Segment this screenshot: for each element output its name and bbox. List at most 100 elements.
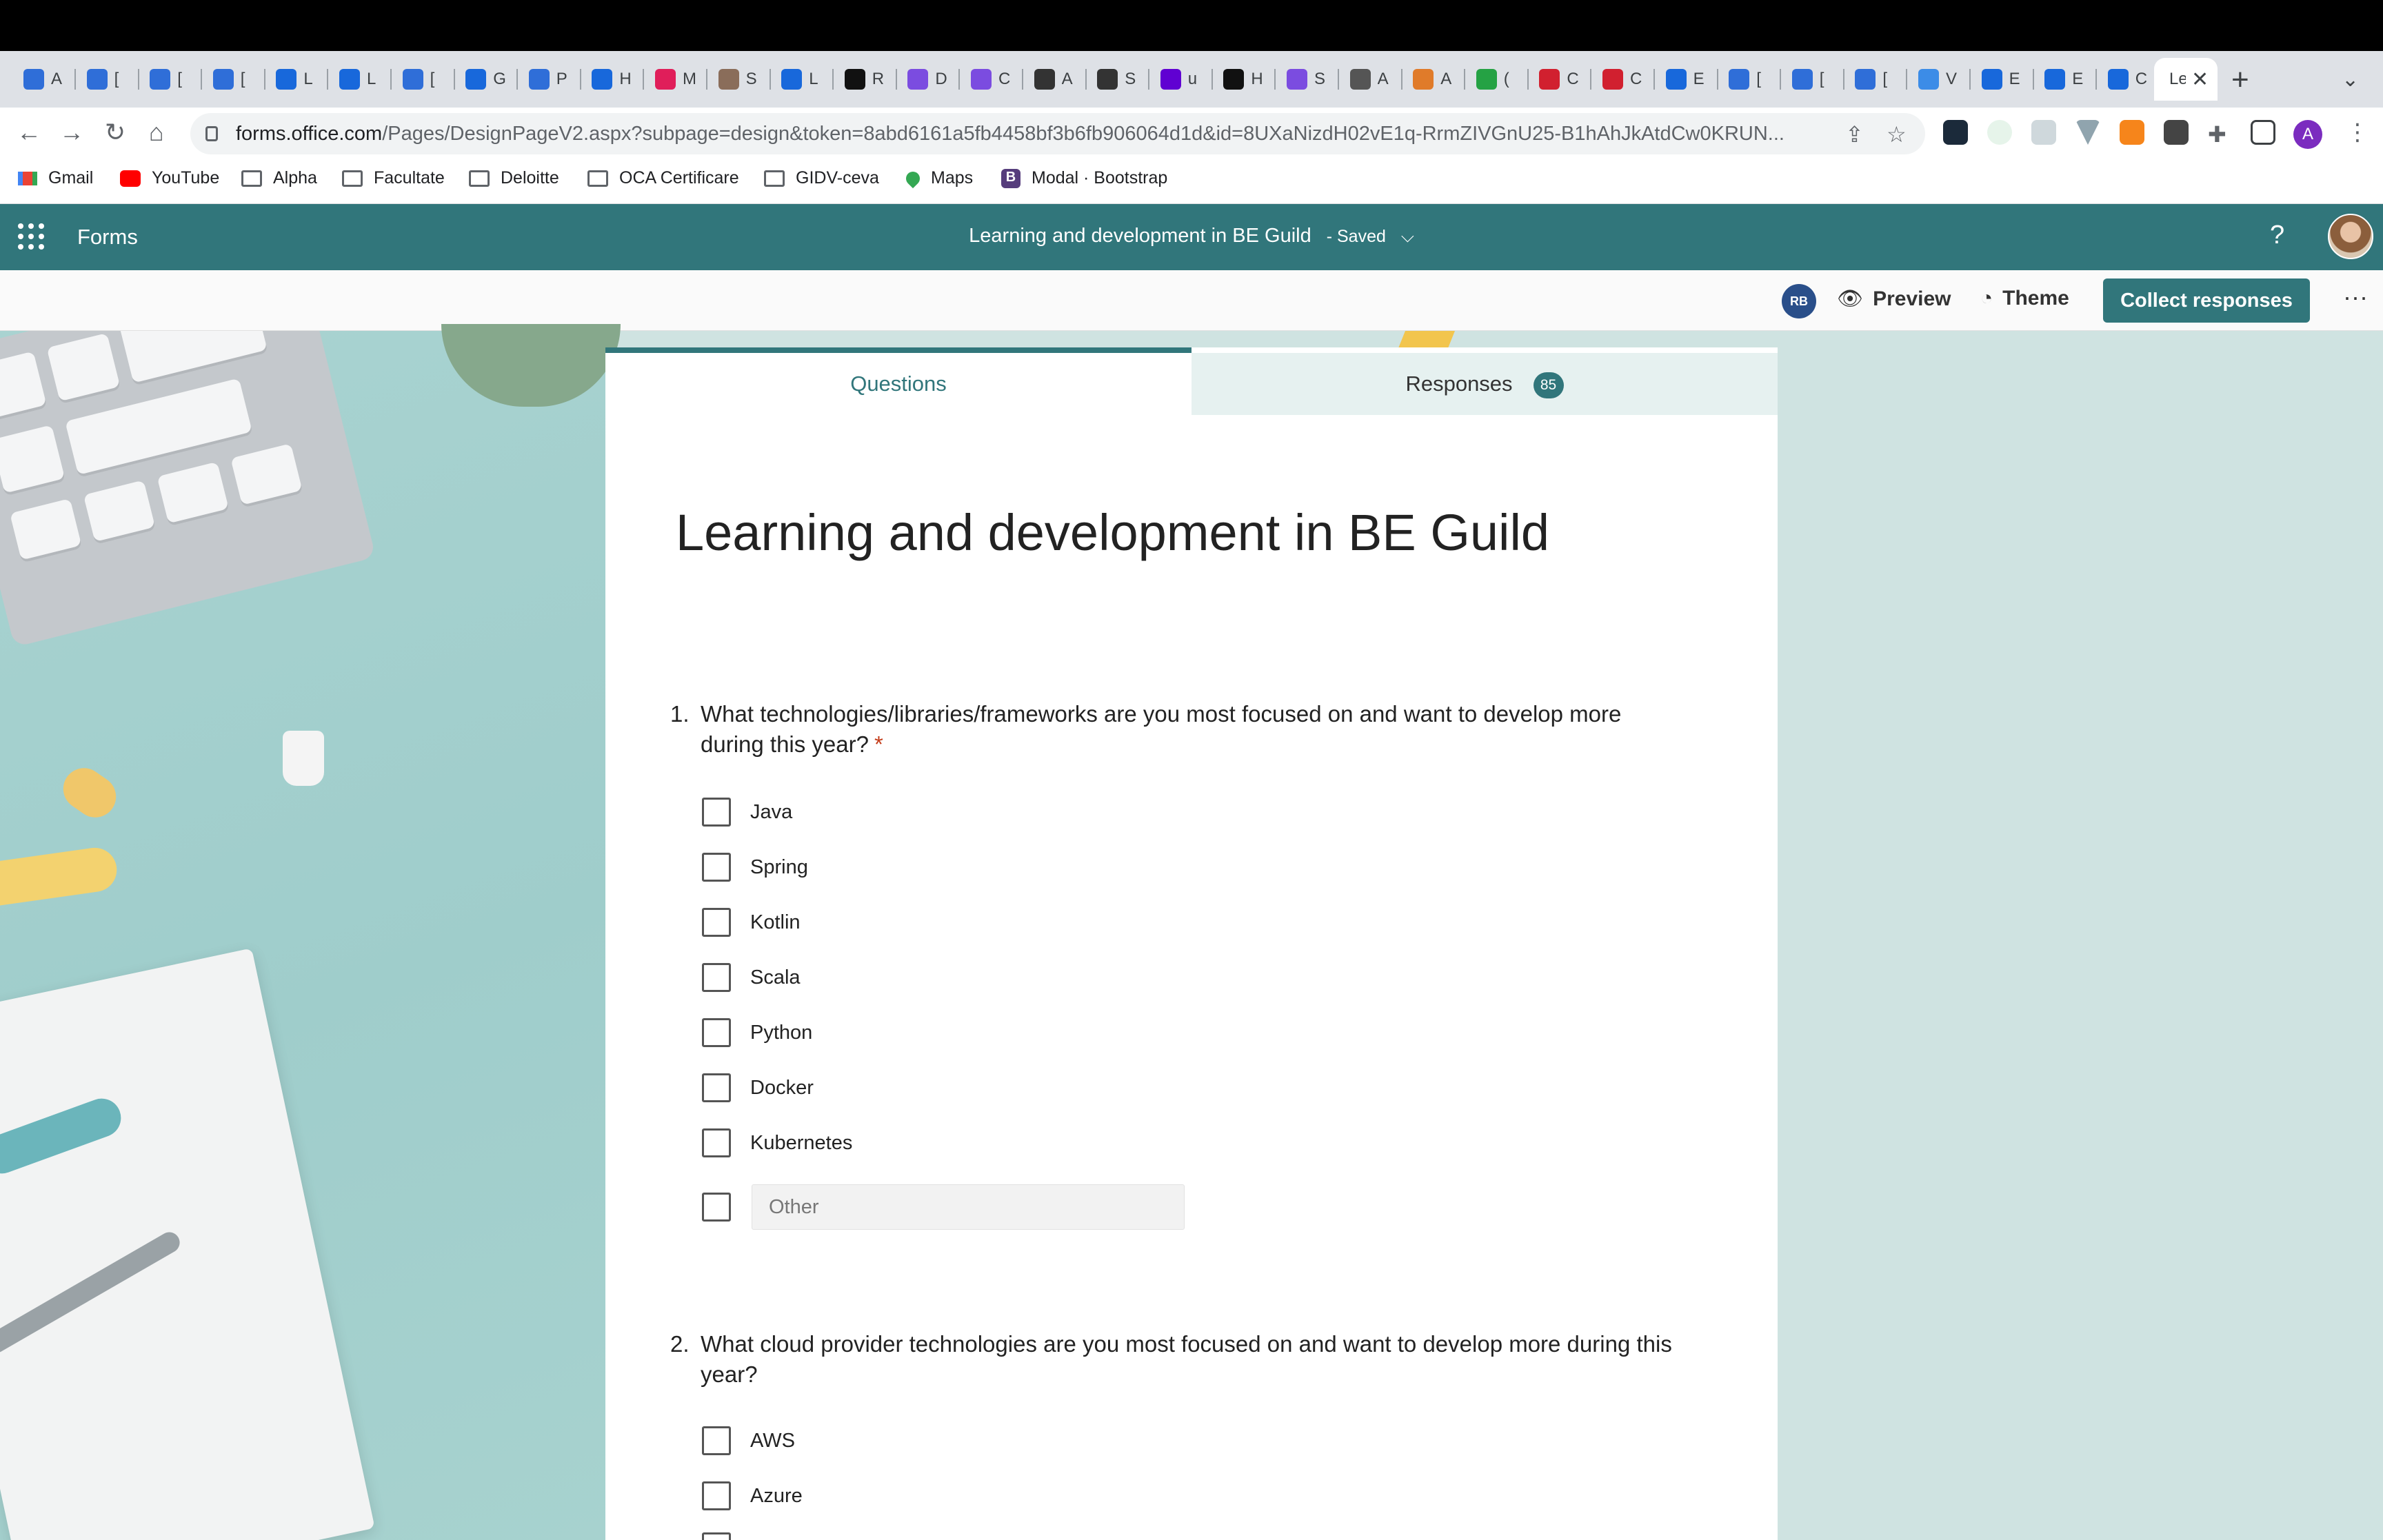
checkbox[interactable] [702,1018,731,1047]
side-panel-icon[interactable] [2251,120,2275,145]
other-text-input[interactable]: Other [752,1184,1185,1230]
form-title[interactable]: Learning and development in BE Guild [676,503,1549,562]
option-kubernetes[interactable]: Kubernetes [702,1128,852,1158]
browser-tab[interactable]: L [773,58,834,101]
browser-tab[interactable]: A [1405,58,1466,101]
browser-menu-icon[interactable]: ⋮ [2346,119,2369,146]
home-icon[interactable]: ⌂ [149,119,164,146]
header-form-title[interactable]: Learning and development in BE Guild - Sa… [0,225,2383,247]
checkbox[interactable] [702,1532,731,1540]
option-kotlin[interactable]: Kotlin [702,907,801,938]
forward-arrow-icon[interactable]: → [59,119,84,146]
react-devtools-extension-icon[interactable] [1943,120,1968,145]
option-java[interactable]: Java [702,797,792,827]
browser-profile-avatar[interactable]: A [2293,120,2322,149]
share-icon[interactable]: ⇪ [1845,121,1864,148]
option-scala[interactable]: Scala [702,962,801,993]
option-partial[interactable] [702,1532,731,1540]
checkbox[interactable] [702,963,731,992]
browser-tab[interactable]: E [1973,58,2034,101]
browser-tab[interactable]: S [1089,58,1150,101]
browser-tab[interactable]: H [1215,58,1276,101]
browser-tab[interactable]: D [899,58,961,101]
checkbox[interactable] [702,1073,731,1102]
more-options-icon[interactable]: ··· [2343,283,2368,312]
browser-tab[interactable]: [ [1847,58,1908,101]
url-text[interactable]: forms.office.com/Pages/DesignPageV2.aspx… [236,123,1849,145]
browser-tab[interactable]: E [2036,58,2098,101]
option-spring[interactable]: Spring [702,852,808,882]
bookmark-facultate[interactable]: Facultate [342,168,445,188]
option-azure[interactable]: Azure [702,1481,803,1511]
option-docker[interactable]: Docker [702,1073,814,1103]
checkbox[interactable] [702,1128,731,1157]
bookmark-gidv-ceva[interactable]: GIDV-ceva [764,168,879,188]
bookmark-youtube[interactable]: YouTube [120,168,219,188]
bookmark-maps[interactable]: Maps [903,168,973,188]
browser-tab[interactable]: A [15,58,76,101]
browser-tab[interactable]: C [1531,58,1592,101]
eyedropper-extension-icon[interactable] [2031,120,2056,145]
tab-search-chevron-icon[interactable]: ⌄ [2342,68,2359,92]
browser-tab[interactable]: [ [394,58,455,101]
active-browser-tab[interactable]: Le ✕ [2154,58,2218,101]
browser-tab[interactable]: P [521,58,581,101]
back-arrow-icon[interactable]: ← [17,119,41,146]
browser-tab[interactable]: [ [205,58,265,101]
checkbox[interactable] [702,1481,731,1510]
browser-tab[interactable]: E [1658,58,1718,101]
checkbox[interactable] [702,1426,731,1455]
bookmark-gmail[interactable]: Gmail [18,168,93,188]
collect-responses-button[interactable]: Collect responses [2103,278,2310,323]
option-aws[interactable]: AWS [702,1426,795,1456]
browser-tab[interactable]: R [836,58,897,101]
qr-code-extension-icon[interactable] [2164,120,2189,145]
browser-tab[interactable]: M [647,58,707,101]
omnibox[interactable]: forms.office.com/Pages/DesignPageV2.aspx… [190,113,1925,154]
checkbox[interactable] [702,908,731,937]
browser-tab[interactable]: A [1026,58,1087,101]
browser-tab[interactable]: [ [141,58,203,101]
coauthor-avatar[interactable]: RB [1782,284,1816,318]
browser-tab[interactable]: C [1594,58,1655,101]
checkbox[interactable] [702,798,731,827]
option-other[interactable] [702,1192,731,1222]
browser-tab[interactable]: H [583,58,645,101]
checkbox[interactable] [702,853,731,882]
browser-tab[interactable]: S [1278,58,1339,101]
chevron-down-icon[interactable]: ⌵ [1401,227,1414,246]
lock-icon[interactable] [205,126,218,141]
option-python[interactable]: Python [702,1017,812,1048]
browser-tab[interactable]: S [710,58,771,101]
browser-tab[interactable]: [ [1784,58,1844,101]
tab-responses[interactable]: Responses 85 [1192,353,1778,415]
color-picker-extension-icon[interactable] [1987,120,2012,145]
question-1-title[interactable]: 1. What technologies/libraries/framework… [670,699,1677,760]
browser-tab[interactable]: G [457,58,519,101]
bookmark-modal-bootstrap[interactable]: B Modal · Bootstrap [1001,168,1167,188]
theme-button[interactable]: ◔ Theme [1980,287,2069,310]
reload-icon[interactable]: ↻ [105,119,125,146]
bookmark-star-icon[interactable]: ☆ [1887,121,1907,148]
question-2-title[interactable]: 2. What cloud provider technologies are … [670,1329,1677,1390]
preview-button[interactable]: 👁 Preview [1837,287,1951,311]
user-avatar[interactable] [2328,214,2373,259]
browser-tab[interactable]: C [2100,58,2160,101]
browser-tab[interactable]: A [1342,58,1402,101]
browser-tab[interactable]: L [268,58,329,101]
browser-tab[interactable]: C [963,58,1023,101]
metamask-extension-icon[interactable] [2120,120,2144,145]
bookmark-deloitte[interactable]: Deloitte [469,168,559,188]
browser-tab[interactable]: [ [1720,58,1782,101]
checkbox[interactable] [702,1193,731,1222]
browser-tab[interactable]: L [331,58,392,101]
bookmark-alpha[interactable]: Alpha [241,168,317,188]
close-tab-icon[interactable]: ✕ [2191,68,2209,92]
extensions-puzzle-icon[interactable]: ✚ [2208,121,2226,148]
bookmark-oca-certificare[interactable]: OCA Certificare [587,168,739,188]
tab-questions[interactable]: Questions [605,347,1192,415]
help-icon[interactable]: ? [2270,221,2284,250]
browser-tab[interactable]: u [1152,58,1213,101]
browser-tab[interactable]: ( [1468,58,1529,101]
new-tab-button[interactable]: + [2231,65,2249,95]
